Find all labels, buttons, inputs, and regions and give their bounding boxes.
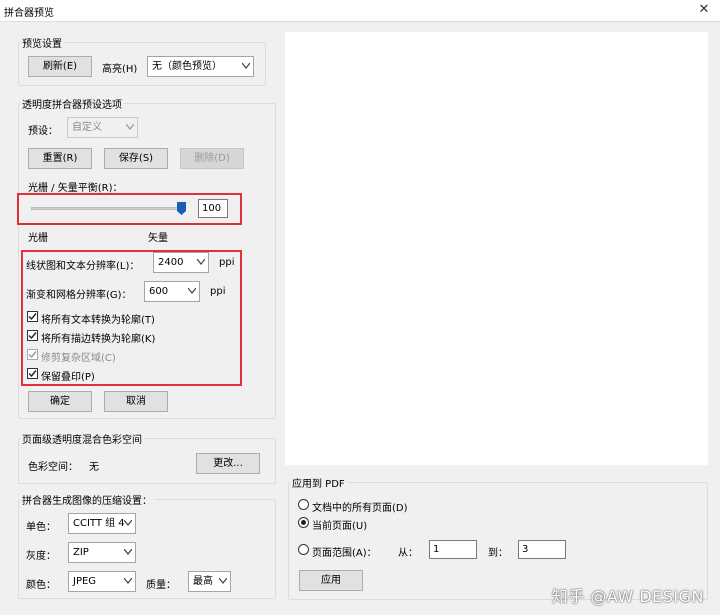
- highlight-label: 高亮(H): [102, 64, 138, 75]
- chevron-down-icon: [197, 259, 205, 265]
- balance-slider-thumb[interactable]: [177, 202, 186, 215]
- reset-button[interactable]: 重置(R): [28, 148, 92, 169]
- line-res-select[interactable]: 2400: [153, 252, 209, 273]
- balance-value-input[interactable]: 100: [198, 199, 228, 218]
- color-space-group-label: 页面级透明度混合色彩空间: [20, 431, 144, 446]
- to-input[interactable]: 3: [518, 540, 566, 559]
- refresh-button[interactable]: 刷新(E): [28, 56, 92, 77]
- gray-value: ZIP: [73, 547, 89, 558]
- radio-current-page-label: 当前页面(U): [312, 521, 368, 532]
- checkbox-preserve-overprint-label: 保留叠印(P): [41, 372, 95, 383]
- highlight-select[interactable]: 无（颜色预览）: [147, 56, 254, 77]
- watermark-text: 知乎 @AW DESIGN: [551, 587, 704, 606]
- close-icon[interactable]: ✕: [696, 2, 712, 18]
- check-icon: [28, 313, 37, 321]
- chevron-down-icon: [124, 578, 132, 584]
- chevron-down-icon: [124, 549, 132, 555]
- gray-label: 灰度：: [26, 551, 56, 562]
- cancel-button[interactable]: 取消: [104, 391, 168, 412]
- color-value: JPEG: [73, 576, 97, 587]
- mono-select[interactable]: CCITT 组 4: [68, 513, 136, 534]
- color-space-value: 无: [89, 462, 99, 473]
- line-res-unit: ppi: [219, 257, 235, 268]
- gradient-res-label: 渐变和网格分辨率(G)：: [26, 290, 132, 301]
- change-color-space-button[interactable]: 更改...: [196, 453, 260, 474]
- check-icon: [28, 351, 37, 359]
- gradient-res-value: 600: [149, 286, 169, 297]
- quality-value: 最高: [193, 576, 213, 587]
- color-select[interactable]: JPEG: [68, 571, 136, 592]
- highlight-value: 无（颜色预览）: [152, 61, 222, 72]
- ok-button[interactable]: 确定: [28, 391, 92, 412]
- color-label: 颜色：: [26, 580, 56, 591]
- apply-to-pdf-label: 应用到 PDF: [290, 475, 347, 490]
- checkbox-clip-complex[interactable]: [27, 349, 38, 360]
- gradient-res-select[interactable]: 600: [144, 281, 200, 302]
- delete-button[interactable]: 删除(D): [180, 148, 244, 169]
- preset-value: 自定义: [72, 122, 102, 133]
- chevron-down-icon: [242, 63, 250, 69]
- chevron-down-icon: [124, 520, 132, 526]
- balance-label: 光栅 / 矢量平衡(R)：: [28, 183, 123, 194]
- line-res-label: 线状图和文本分辨率(L)：: [26, 261, 140, 272]
- checkbox-convert-strokes[interactable]: [27, 330, 38, 341]
- quality-label: 质量：: [146, 580, 176, 591]
- from-input[interactable]: 1: [429, 540, 477, 559]
- gradient-res-unit: ppi: [210, 286, 226, 297]
- mono-value: CCITT 组 4: [73, 518, 125, 529]
- checkbox-convert-text[interactable]: [27, 311, 38, 322]
- check-icon: [28, 332, 37, 340]
- save-button[interactable]: 保存(S): [104, 148, 168, 169]
- to-label: 到：: [488, 548, 508, 559]
- compression-group-label: 拼合器生成图像的压缩设置：: [20, 492, 154, 507]
- color-space-label: 色彩空间：: [28, 462, 78, 473]
- quality-select[interactable]: 最高: [188, 571, 231, 592]
- preview-settings-label: 预览设置: [20, 35, 64, 50]
- title-bar: 拼合器预览 ✕: [0, 0, 720, 22]
- window-title: 拼合器预览: [4, 8, 54, 19]
- chevron-down-icon: [219, 578, 227, 584]
- check-icon: [28, 370, 37, 378]
- radio-all-pages[interactable]: [298, 499, 309, 510]
- checkbox-clip-complex-label: 修剪复杂区域(C): [41, 353, 116, 364]
- gray-select[interactable]: ZIP: [68, 542, 136, 563]
- chevron-down-icon: [188, 288, 196, 294]
- radio-all-pages-label: 文档中的所有页面(D): [312, 503, 408, 514]
- apply-button[interactable]: 应用: [299, 570, 363, 591]
- radio-page-range-label: 页面范围(A)：: [312, 548, 377, 559]
- radio-selected-dot: [301, 520, 306, 525]
- vector-label: 矢量: [148, 233, 168, 244]
- chevron-down-icon: [126, 124, 134, 130]
- checkbox-preserve-overprint[interactable]: [27, 368, 38, 379]
- line-res-value: 2400: [158, 257, 184, 268]
- flattener-presets-label: 透明度拼合器预设选项: [20, 96, 124, 111]
- balance-slider-track[interactable]: [31, 207, 186, 210]
- mono-label: 单色：: [26, 522, 56, 533]
- radio-page-range[interactable]: [298, 544, 309, 555]
- preset-label: 预设：: [28, 126, 58, 137]
- from-label: 从：: [398, 548, 418, 559]
- checkbox-convert-text-label: 将所有文本转换为轮廓(T): [41, 315, 155, 326]
- preview-canvas: [285, 32, 708, 465]
- raster-label: 光栅: [28, 233, 48, 244]
- radio-current-page[interactable]: [298, 517, 309, 528]
- checkbox-convert-strokes-label: 将所有描边转换为轮廓(K): [41, 334, 156, 345]
- preset-select[interactable]: 自定义: [67, 117, 138, 138]
